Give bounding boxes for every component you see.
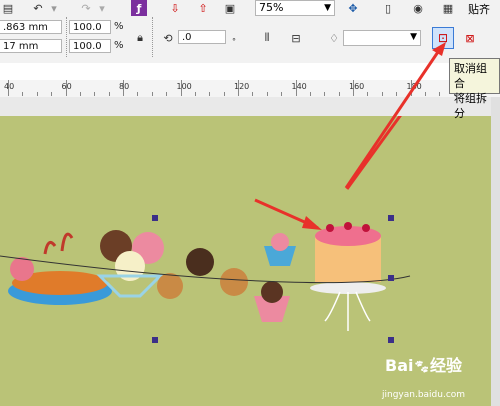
- undo-dropdown-icon[interactable]: ▾: [46, 0, 62, 16]
- mirror-horizontal-icon[interactable]: ⫴: [259, 30, 275, 46]
- cookie[interactable]: [157, 273, 183, 299]
- baidu-watermark: Bai🐾︎经验: [385, 352, 462, 376]
- arrowhead: [432, 42, 446, 56]
- x-position-field[interactable]: .863 mm: [0, 20, 62, 34]
- vertical-scrollbar[interactable]: [491, 97, 500, 406]
- divider: [152, 17, 154, 57]
- percent-unit: %: [114, 40, 124, 51]
- grid-icon[interactable]: ▦: [440, 0, 456, 16]
- zoom-level-value: 75%: [259, 1, 284, 14]
- ruler-minor-tick: [94, 92, 96, 96]
- ruler-minor-tick: [22, 92, 24, 96]
- ruler-minor-tick: [309, 92, 311, 96]
- ruler-minor-tick: [223, 92, 225, 96]
- zoom-level-select[interactable]: 75% ▼: [255, 0, 335, 16]
- ruler-minor-tick: [194, 92, 196, 96]
- save-icon[interactable]: ▤: [0, 0, 16, 16]
- watermark-brand: Bai: [385, 356, 414, 375]
- scale-width-field[interactable]: 100.0: [69, 20, 111, 34]
- annotation-arrow: [344, 45, 444, 189]
- ruler-minor-tick: [151, 92, 153, 96]
- arrow-overlay: [344, 42, 446, 189]
- selection-handle[interactable]: [388, 337, 394, 343]
- ruler-minor-tick: [324, 92, 326, 96]
- ruler-minor-tick: [252, 92, 254, 96]
- ruler-label: 100: [176, 82, 192, 91]
- ruler-minor-tick: [108, 92, 110, 96]
- arrowhead: [302, 216, 322, 230]
- selection-handle[interactable]: [388, 215, 394, 221]
- ruler-label: 60: [61, 82, 72, 91]
- ruler-label: 140: [291, 82, 307, 91]
- ruler-label: 120: [234, 82, 250, 91]
- tooltip-title: 取消组合: [454, 62, 487, 90]
- scale-height-field[interactable]: 100.0: [69, 39, 111, 53]
- redo-dropdown-icon[interactable]: ▾: [94, 0, 110, 16]
- paw-icon: 🐾︎: [413, 360, 430, 375]
- selection-handle[interactable]: [152, 337, 158, 343]
- cake-stand-legs: [324, 291, 371, 331]
- ruler-minor-tick: [36, 92, 38, 96]
- y-position-field[interactable]: 17 mm: [0, 39, 62, 53]
- cherry: [344, 222, 352, 230]
- undo-icon[interactable]: ↶: [30, 0, 46, 16]
- ruler-minor-tick: [137, 92, 139, 96]
- lock-ratio-icon[interactable]: 🔒︎: [132, 30, 148, 46]
- ruler-minor-tick: [79, 92, 81, 96]
- dark-cookie[interactable]: [186, 248, 214, 276]
- candy-cane: [43, 240, 57, 255]
- corel-app-icon[interactable]: ƒ: [131, 0, 147, 16]
- standard-toolbar: ▤ ↶ ▾ ↷ ▾ ƒ ⇩ ⇧ ▣ 75% ▼ ✥ ▯ ◉ ▦ 贴齐: [0, 0, 500, 17]
- ruler-minor-tick: [266, 92, 268, 96]
- cherry: [326, 224, 334, 232]
- full-screen-icon[interactable]: ✥: [345, 0, 361, 16]
- percent-unit: %: [114, 21, 124, 32]
- ruler-minor-tick: [166, 92, 168, 96]
- cookie[interactable]: [220, 268, 248, 296]
- mirror-vertical-icon[interactable]: ⊟: [288, 30, 304, 46]
- watermark-url: jingyan.baidu.com: [382, 390, 466, 400]
- view-icon[interactable]: ◉: [410, 0, 426, 16]
- selection-handle[interactable]: [388, 275, 394, 281]
- rotation-angle-field[interactable]: .0: [178, 30, 226, 44]
- ruler-label: 40: [4, 82, 15, 91]
- ungroup-tooltip: 取消组合 将组拆分: [449, 58, 500, 120]
- cherry: [362, 224, 370, 232]
- pdf-icon[interactable]: ▣: [222, 0, 238, 16]
- ruler-minor-tick: [51, 92, 53, 96]
- macaron[interactable]: [10, 257, 34, 281]
- cupcake-frosting: [271, 233, 289, 251]
- import-icon[interactable]: ⇩: [167, 0, 183, 16]
- rotate-icon[interactable]: ⟲: [160, 30, 176, 46]
- degree-icon: °: [232, 37, 236, 46]
- cupcake-top: [261, 281, 283, 303]
- selection-handle[interactable]: [152, 215, 158, 221]
- tooltip-description: 将组拆分: [454, 92, 487, 120]
- ungroup-all-icon[interactable]: ⊠: [462, 30, 478, 46]
- redo-icon[interactable]: ↷: [78, 0, 94, 16]
- snap-to-menu[interactable]: 贴齐: [468, 1, 490, 17]
- ruler-minor-tick: [281, 92, 283, 96]
- export-icon[interactable]: ⇧: [195, 0, 211, 16]
- candy-cane: [60, 232, 74, 252]
- chevron-down-icon: ▼: [324, 3, 331, 13]
- ruler-minor-tick: [209, 92, 211, 96]
- watermark-brand2: 经验: [430, 356, 463, 375]
- rulers-icon[interactable]: ▯: [380, 0, 396, 16]
- ruler-label: 80: [119, 82, 130, 91]
